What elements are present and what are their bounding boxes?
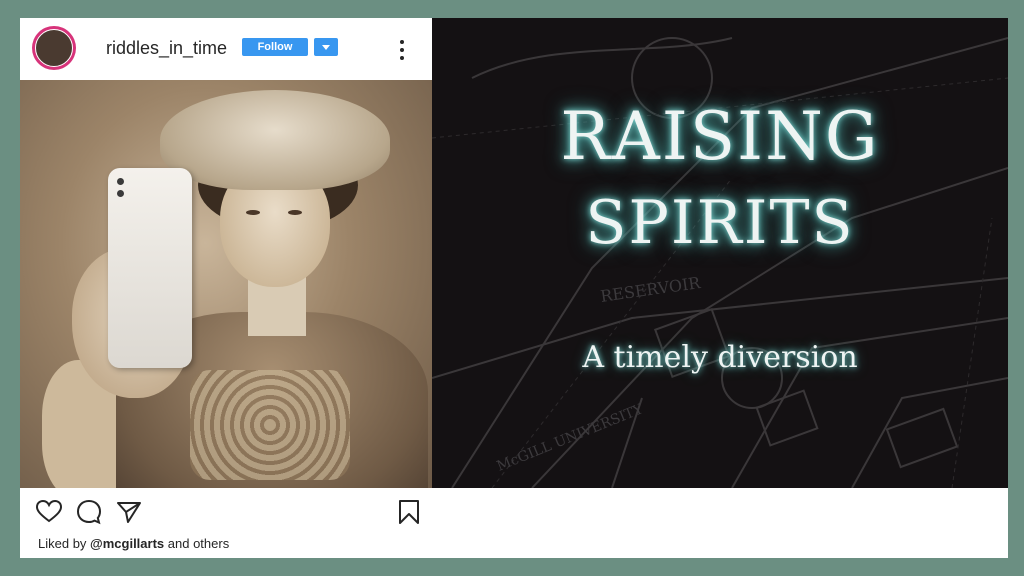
liked-suffix: and others xyxy=(167,536,230,551)
camera-lens xyxy=(117,178,124,185)
follow-dropdown-button[interactable] xyxy=(314,38,338,56)
username[interactable]: riddles_in_time xyxy=(106,38,227,59)
hat xyxy=(160,90,390,190)
dress-pattern xyxy=(190,370,350,480)
post-header: riddles_in_time Follow xyxy=(20,18,432,80)
banner-subtitle: A timely diversion xyxy=(582,340,858,375)
follow-button[interactable]: Follow xyxy=(242,38,308,56)
bookmark-icon[interactable] xyxy=(398,499,420,525)
instagram-post-frame: riddles_in_time Follow RESERVOIR McGILL … xyxy=(20,18,1008,558)
smartphone xyxy=(108,168,192,368)
post-photo xyxy=(20,80,432,488)
liked-user-link[interactable]: @mcgillarts xyxy=(90,536,164,551)
banner-panel: RESERVOIR McGILL UNIVERSITY RAISING SPIR… xyxy=(432,18,1008,488)
post-actions-bar: Liked by @mcgillarts and others xyxy=(20,488,1008,558)
banner-title-line1: RAISING xyxy=(560,98,880,175)
avatar[interactable] xyxy=(32,26,76,70)
share-icon[interactable] xyxy=(116,500,142,524)
avatar-image xyxy=(35,29,73,67)
liked-prefix: Liked by xyxy=(38,536,87,551)
camera-lens xyxy=(117,190,124,197)
banner-title-line2: SPIRITS xyxy=(585,188,855,258)
heart-icon[interactable] xyxy=(36,500,62,524)
comment-icon[interactable] xyxy=(76,499,102,525)
liked-by-text: Liked by @mcgillarts and others xyxy=(38,536,229,551)
more-vertical-icon[interactable] xyxy=(398,40,406,64)
